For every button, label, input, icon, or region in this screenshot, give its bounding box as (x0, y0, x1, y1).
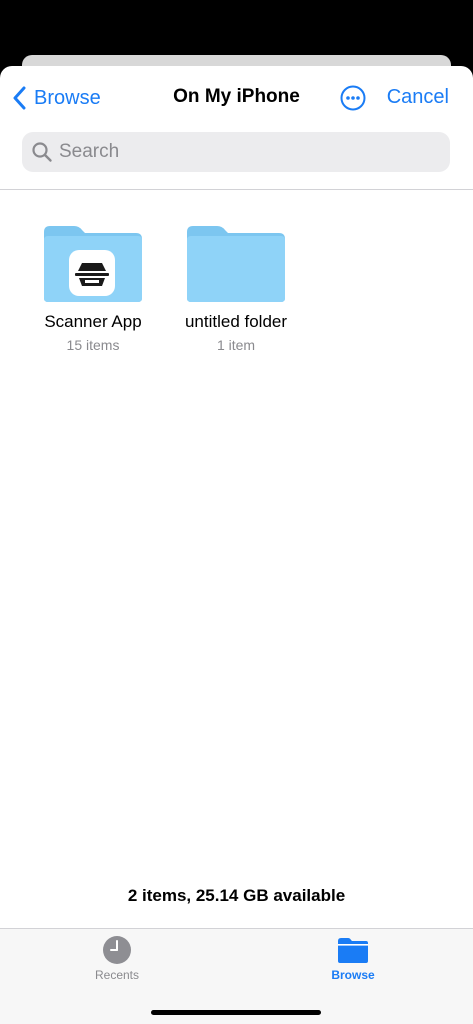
tab-bar: Recents Browse (0, 928, 473, 1024)
scanner-icon (69, 250, 115, 296)
folder-scanner-app[interactable]: Scanner App 15 items (28, 224, 158, 353)
navigation-bar: Browse On My iPhone Cancel (0, 66, 473, 130)
clock-icon (72, 935, 162, 965)
scanner-app-badge (69, 250, 115, 296)
tab-recents[interactable]: Recents (72, 935, 162, 982)
tab-label: Recents (94, 968, 140, 982)
more-options-button[interactable] (340, 85, 366, 111)
storage-status: 2 items, 25.14 GB available (127, 886, 346, 905)
search-icon (31, 141, 53, 163)
ellipsis-circle-icon (340, 85, 366, 111)
folder-item-count: 15 items (66, 337, 120, 353)
tab-label: Browse (331, 968, 375, 982)
back-button-label: Browse (34, 86, 101, 109)
folder-untitled[interactable]: untitled folder 1 item (171, 224, 301, 353)
tab-browse[interactable]: Browse (308, 935, 398, 982)
back-button[interactable]: Browse (12, 84, 101, 112)
home-indicator (151, 1010, 321, 1015)
screen: Browse On My iPhone Cancel Search Scanne… (0, 0, 473, 1024)
divider (0, 189, 473, 190)
search-input[interactable] (59, 141, 419, 163)
folder-icon (187, 224, 285, 304)
chevron-left-icon (12, 86, 34, 110)
search-bar (22, 132, 450, 172)
folder-item-count: 1 item (216, 337, 256, 353)
folder-name: untitled folder (184, 312, 288, 331)
file-browser-sheet: Browse On My iPhone Cancel Search Scanne… (0, 66, 473, 1024)
cancel-button[interactable]: Cancel (387, 86, 449, 109)
folder-icon (44, 224, 142, 304)
folder-icon (308, 935, 398, 965)
folder-name: Scanner App (44, 312, 142, 331)
